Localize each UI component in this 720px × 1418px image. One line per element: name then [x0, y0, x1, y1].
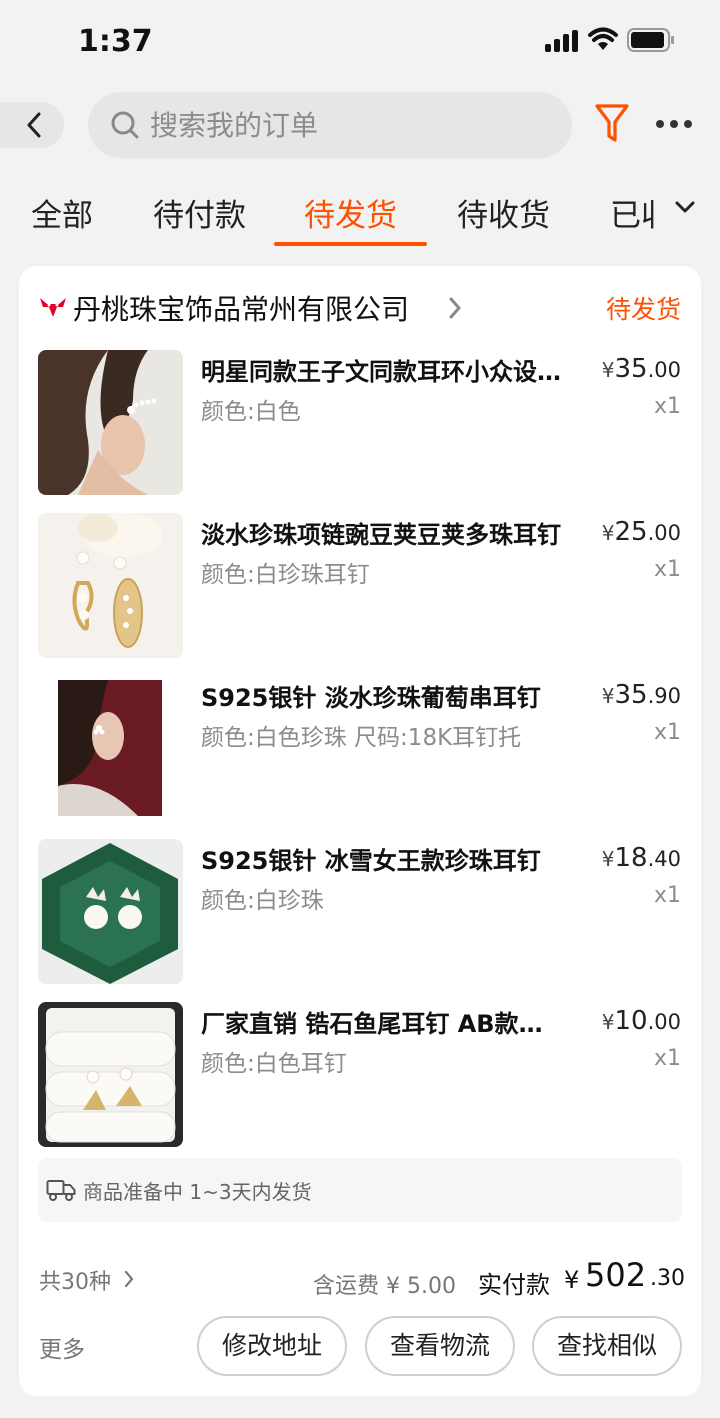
filter-icon[interactable]: [594, 102, 630, 146]
paid-label: 实付款: [478, 1271, 550, 1299]
product-title[interactable]: 厂家直销 锆石鱼尾耳钉 AB款耳环: [201, 1004, 561, 1039]
product-image[interactable]: [38, 676, 183, 821]
chevron-right-icon: [124, 1270, 134, 1288]
more-link[interactable]: 更多: [39, 1330, 85, 1364]
truck-icon: [46, 1180, 76, 1201]
tab-all[interactable]: 全部: [31, 190, 93, 235]
paid-amount-decimal: .30: [650, 1266, 685, 1291]
battery-icon: [627, 28, 674, 52]
back-button[interactable]: [0, 102, 64, 148]
product-spec: 颜色:白珍珠: [201, 888, 324, 914]
wifi-icon: [588, 27, 618, 50]
product-image[interactable]: [38, 839, 183, 984]
status-bar: 1:37: [0, 0, 720, 84]
search-header: [0, 84, 720, 168]
product-price: ¥10.00: [601, 1006, 681, 1036]
product-quantity: x1: [653, 1046, 681, 1071]
product-title[interactable]: S925银针 冰雪女王款珍珠耳钉: [201, 841, 561, 876]
more-options-icon[interactable]: [654, 114, 694, 134]
paid-amount: 502: [585, 1256, 647, 1294]
search-icon: [111, 111, 139, 139]
tmall-shop-icon: [40, 298, 66, 317]
product-image[interactable]: [38, 513, 183, 658]
shop-name[interactable]: 丹桃珠宝饰品常州有限公司: [73, 288, 409, 328]
product-quantity: x1: [653, 883, 681, 908]
order-item[interactable]: 淡水珍珠项链豌豆荚豆荚多珠耳钉 颜色:白珍珠耳钉 ¥25.00 x1: [19, 513, 701, 658]
product-quantity: x1: [653, 720, 681, 745]
product-price: ¥35.00: [601, 354, 681, 384]
product-price: ¥18.40: [601, 843, 681, 873]
tab-received[interactable]: 已收货: [610, 190, 654, 235]
order-item[interactable]: 厂家直销 锆石鱼尾耳钉 AB款耳环 颜色:白色耳钉 ¥10.00 x1: [19, 1002, 701, 1147]
order-item[interactable]: S925银针 冰雪女王款珍珠耳钉 颜色:白珍珠 ¥18.40 x1: [19, 839, 701, 984]
chevron-down-icon[interactable]: [672, 198, 698, 218]
chevron-right-icon: [449, 297, 461, 319]
product-spec: 颜色:白珍珠耳钉: [201, 562, 370, 588]
tab-pending-receipt[interactable]: 待收货: [457, 190, 550, 235]
shipping-notice-text: 商品准备中 1~3天内发货: [83, 1180, 312, 1204]
order-card: 丹桃珠宝饰品常州有限公司 待发货 明星同款王子文同款耳环小众设计感耳钉 颜色:白…: [19, 266, 701, 1396]
product-price: ¥25.00: [601, 517, 681, 547]
product-spec: 颜色:白色: [201, 399, 301, 425]
order-item[interactable]: 明星同款王子文同款耳环小众设计感耳钉 颜色:白色 ¥35.00 x1: [19, 350, 701, 495]
view-logistics-button[interactable]: 查看物流: [365, 1316, 515, 1376]
active-tab-indicator: [274, 242, 427, 246]
product-image[interactable]: [38, 1002, 183, 1147]
item-count[interactable]: 共30种: [39, 1264, 111, 1296]
order-status: 待发货: [605, 295, 681, 324]
paid-currency: ¥: [564, 1266, 580, 1294]
product-title[interactable]: 明星同款王子文同款耳环小众设计感耳钉: [201, 352, 561, 387]
chevron-left-icon: [27, 112, 41, 138]
status-time: 1:37: [78, 24, 153, 59]
product-image[interactable]: [38, 350, 183, 495]
shop-header[interactable]: 丹桃珠宝饰品常州有限公司 待发货: [19, 286, 701, 330]
tab-pending-shipment[interactable]: 待发货: [304, 190, 397, 235]
search-input[interactable]: [150, 106, 550, 144]
search-box[interactable]: [88, 92, 572, 158]
product-spec: 颜色:白色珍珠 尺码:18K耳钉托: [201, 725, 522, 751]
shipping-fee: 含运费 ¥ 5.00: [313, 1274, 456, 1299]
tab-pending-payment[interactable]: 待付款: [153, 190, 246, 235]
product-quantity: x1: [653, 557, 681, 582]
modify-address-button[interactable]: 修改地址: [197, 1316, 347, 1376]
order-actions: 更多 修改地址 查看物流 查找相似: [19, 1316, 701, 1378]
shipping-notice: 商品准备中 1~3天内发货: [38, 1158, 682, 1222]
product-title[interactable]: S925银针 淡水珍珠葡萄串耳钉: [201, 678, 561, 713]
product-quantity: x1: [653, 394, 681, 419]
order-item[interactable]: S925银针 淡水珍珠葡萄串耳钉 颜色:白色珍珠 尺码:18K耳钉托 ¥35.9…: [19, 676, 701, 821]
product-title[interactable]: 淡水珍珠项链豌豆荚豆荚多珠耳钉: [201, 515, 561, 550]
product-spec: 颜色:白色耳钉: [201, 1051, 347, 1077]
find-similar-button[interactable]: 查找相似: [532, 1316, 682, 1376]
order-tabs: 全部 待付款 待发货 待收货 已收货: [0, 168, 720, 250]
order-summary: 共30种 含运费 ¥ 5.00 实付款 ¥ 502 .30: [19, 1256, 701, 1302]
product-price: ¥35.90: [601, 680, 681, 710]
cellular-signal-icon: [545, 30, 581, 52]
